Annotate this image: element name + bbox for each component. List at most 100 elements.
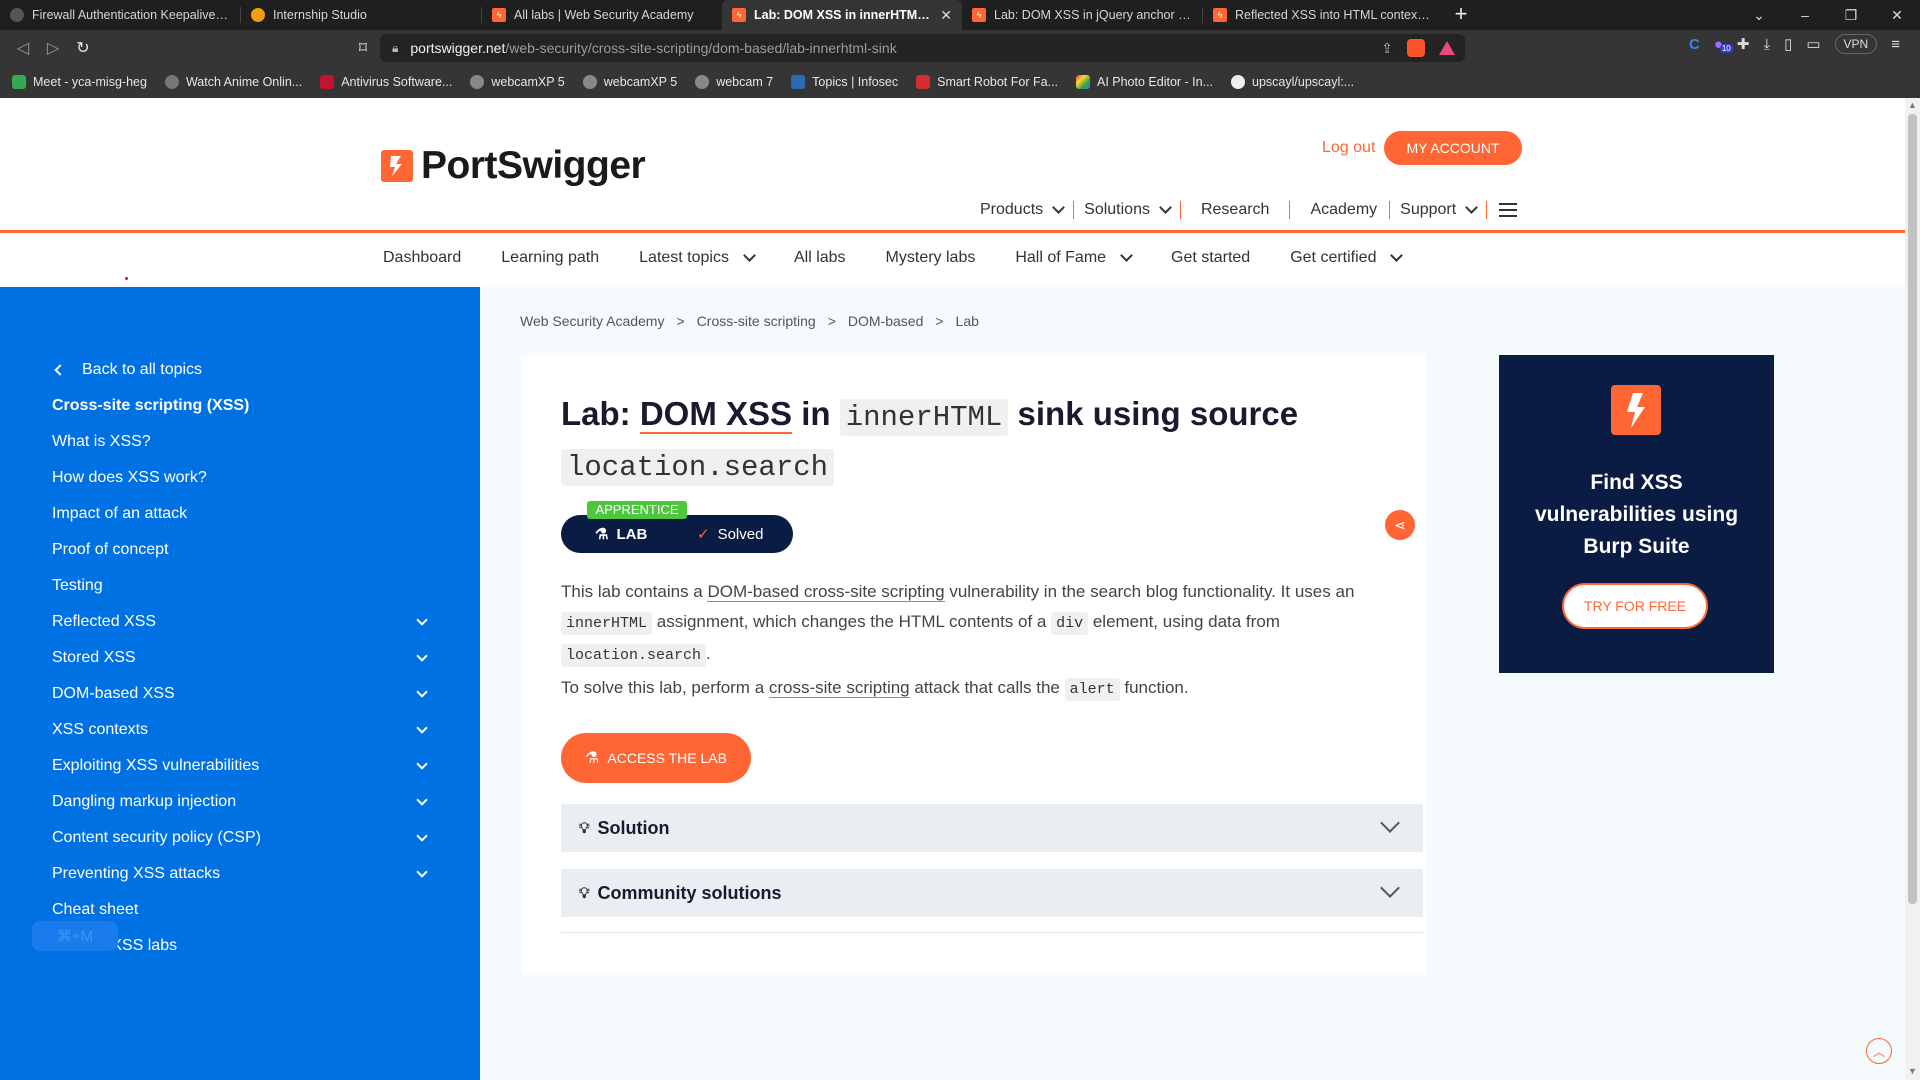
tab-title: Internship Studio (273, 8, 367, 22)
bookmark-item[interactable]: webcamXP 5 (470, 75, 565, 89)
breadcrumb-item[interactable]: Web Security Academy (520, 313, 664, 329)
nav-research[interactable]: Research (1181, 201, 1289, 219)
dom-xss-link[interactable]: DOM-based cross-site scripting (707, 582, 945, 602)
subnav-mystery-labs[interactable]: Mystery labs (886, 249, 976, 267)
portswigger-logo[interactable]: PortSwigger (381, 144, 646, 188)
new-tab-button[interactable]: + (1443, 0, 1479, 30)
bookmark-item[interactable]: AI Photo Editor - In... (1075, 75, 1213, 89)
my-account-button[interactable]: MY ACCOUNT (1384, 131, 1522, 165)
bookmark-item[interactable]: webcam 7 (695, 75, 773, 89)
back-to-topics-link[interactable]: Back to all topics (52, 361, 432, 379)
bookmark-icon[interactable]: ⌑ (348, 38, 378, 58)
bookmark-item[interactable]: upscayl/upscayl:... (1231, 75, 1354, 89)
breadcrumb-item[interactable]: DOM-based (848, 313, 923, 329)
hamburger-menu-icon[interactable] (1499, 203, 1518, 217)
browser-tab[interactable]: Internship Studio (241, 0, 481, 30)
breadcrumb-separator: > (827, 313, 836, 329)
breadcrumb-item[interactable]: Cross-site scripting (697, 313, 816, 329)
scroll-to-top-icon[interactable]: ︿ (1866, 1038, 1892, 1064)
reload-icon[interactable]: ↻ (68, 38, 98, 58)
sidebar-item-proof-of-concept[interactable]: Proof of concept (52, 541, 432, 559)
extensions-puzzle-icon[interactable]: ✚ (1737, 35, 1750, 53)
sidebar-item-xss-contexts[interactable]: XSS contexts (52, 721, 432, 739)
scroll-down-icon[interactable]: ▼ (1908, 1066, 1917, 1076)
brave-shields-icon[interactable] (1407, 39, 1425, 57)
sidebar-label: DOM-based XSS (52, 685, 175, 702)
sidebar-item-testing[interactable]: Testing (52, 577, 432, 595)
subnav-hall-of-fame[interactable]: Hall of Fame (1015, 249, 1133, 267)
menu-icon[interactable]: ≡ (1891, 36, 1900, 53)
sidebar-item-csp[interactable]: Content security policy (CSP) (52, 829, 432, 847)
bookmark-item[interactable]: Smart Robot For Fa... (916, 75, 1058, 89)
sidebar-item-impact[interactable]: Impact of an attack (52, 505, 432, 523)
browser-tab[interactable]: Firewall Authentication Keepalive Wind (0, 0, 240, 30)
subnav-all-labs[interactable]: All labs (794, 249, 846, 267)
nav-support[interactable]: Support (1390, 201, 1486, 219)
subnav-get-started[interactable]: Get started (1171, 249, 1250, 267)
browser-tab[interactable]: ϟ All labs | Web Security Academy (482, 0, 722, 30)
downloads-icon[interactable]: ⤓ (1763, 36, 1770, 53)
minimize-icon[interactable]: – (1782, 7, 1828, 23)
tab-search-icon[interactable]: ⌄ (1736, 7, 1782, 24)
sidebar-item-preventing-xss[interactable]: Preventing XSS attacks (52, 865, 432, 883)
site-info-icon[interactable]: 🔒︎ (392, 41, 398, 56)
sidebar-item-how-xss-works[interactable]: How does XSS work? (52, 469, 432, 487)
wallet-icon[interactable]: ▭ (1806, 35, 1820, 53)
bookmark-label: Watch Anime Onlin... (185, 75, 303, 89)
subnav-latest-topics[interactable]: Latest topics (639, 249, 756, 267)
web-page: PortSwigger Log out MY ACCOUNT Products … (0, 98, 1905, 1080)
access-lab-button[interactable]: ⚗ ACCESS THE LAB (561, 733, 751, 783)
browser-tab[interactable]: ϟ Reflected XSS into HTML context with (1203, 0, 1443, 30)
browser-tab[interactable]: ϟ Lab: DOM XSS in jQuery anchor href at (962, 0, 1202, 30)
close-tab-icon[interactable]: ✕ (940, 7, 952, 24)
shortcut-chip[interactable]: ⌘+M (32, 921, 118, 951)
community-solutions-accordion[interactable]: 💡︎ Community solutions (561, 869, 1423, 917)
title-link[interactable]: DOM XSS (639, 395, 793, 434)
bookmark-item[interactable]: webcamXP 5 (582, 75, 677, 89)
sidebar-item-dangling-markup[interactable]: Dangling markup injection (52, 793, 432, 811)
sidebar-item-dom-xss[interactable]: DOM-based XSS (52, 685, 432, 703)
sidebar-item-what-is-xss[interactable]: What is XSS? (52, 433, 432, 451)
bookmark-item[interactable]: Topics | Infosec (791, 75, 898, 89)
sidebar-item-reflected-xss[interactable]: Reflected XSS (52, 613, 432, 631)
subnav-dashboard[interactable]: Dashboard (383, 249, 461, 267)
xss-link[interactable]: cross-site scripting (768, 678, 910, 698)
scrollbar-thumb[interactable] (1908, 114, 1917, 904)
scroll-up-icon[interactable]: ▲ (1908, 100, 1917, 110)
lab-label-text: LAB (616, 526, 648, 543)
tab-title: All labs | Web Security Academy (514, 8, 694, 22)
extension-badge-icon[interactable]: ● 10 (1714, 36, 1733, 53)
solution-accordion[interactable]: 💡︎ Solution (561, 804, 1423, 852)
close-window-icon[interactable]: ✕ (1874, 7, 1920, 24)
nav-products[interactable]: Products (970, 201, 1073, 219)
sidebar-label: Stored XSS (52, 649, 136, 666)
subnav-get-certified[interactable]: Get certified (1290, 249, 1404, 267)
logout-link[interactable]: Log out (1322, 139, 1375, 157)
extension-c-icon[interactable]: C (1689, 36, 1700, 53)
vpn-button[interactable]: VPN (1834, 34, 1878, 54)
bookmark-item[interactable]: Antivirus Software... (320, 75, 452, 89)
bookmark-item[interactable]: Watch Anime Onlin... (164, 75, 303, 89)
brave-rewards-icon[interactable] (1439, 41, 1455, 55)
sidebar-toggle-icon[interactable]: ▯ (1784, 35, 1792, 53)
tab-title: Reflected XSS into HTML context with (1235, 8, 1433, 22)
browser-tab-active[interactable]: ϟ Lab: DOM XSS in innerHTML sink ✕ (722, 0, 962, 30)
share-page-icon[interactable]: ⇪ (1381, 40, 1393, 57)
sidebar-item-cheat-sheet[interactable]: Cheat sheet (52, 901, 432, 919)
try-for-free-button[interactable]: TRY FOR FREE (1562, 583, 1708, 629)
subnav-learning-path[interactable]: Learning path (501, 249, 599, 267)
page-scrollbar[interactable]: ▲ ▼ (1905, 98, 1920, 1080)
forward-icon[interactable]: ▷ (38, 38, 68, 58)
restore-icon[interactable]: ❐ (1828, 7, 1874, 24)
back-icon[interactable]: ◁ (8, 38, 38, 58)
sidebar-item-exploiting-xss[interactable]: Exploiting XSS vulnerabilities (52, 757, 432, 775)
sidebar-item-xss[interactable]: Cross-site scripting (XSS) (52, 397, 432, 415)
nav-academy[interactable]: Academy (1290, 201, 1389, 219)
sidebar-item-stored-xss[interactable]: Stored XSS (52, 649, 432, 667)
nav-solutions[interactable]: Solutions (1074, 201, 1180, 219)
chevron-down-icon (416, 758, 428, 770)
address-bar[interactable]: 🔒︎ portswigger.net /web-security/cross-s… (380, 34, 1465, 62)
share-icon[interactable]: ⋖ (1385, 510, 1415, 540)
solve-text: function. (1119, 678, 1189, 697)
bookmark-item[interactable]: Meet - yca-misg-heg (12, 75, 147, 89)
